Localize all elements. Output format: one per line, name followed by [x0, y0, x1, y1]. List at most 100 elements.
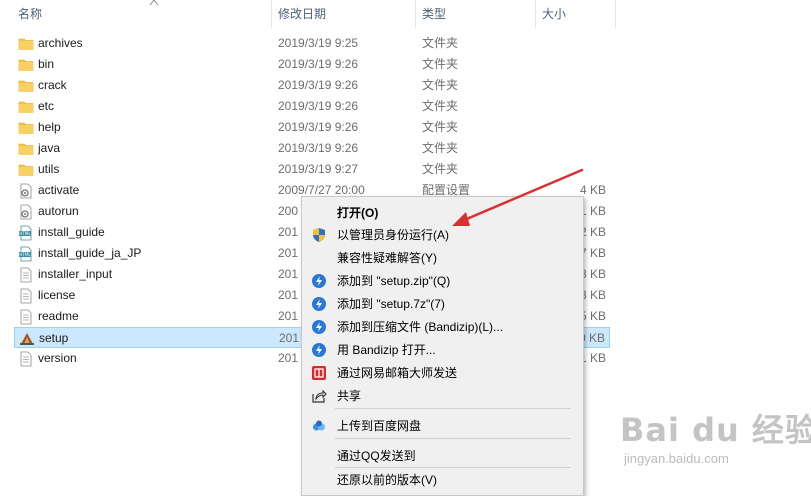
file-date: 201: [278, 351, 299, 365]
file-name: archives: [38, 36, 83, 50]
file-date: 201: [278, 246, 299, 260]
menu-item-label: 添加到压缩文件 (Bandizip)(L)...: [337, 320, 504, 334]
file-date: 2019/3/19 9:26: [278, 78, 359, 92]
column-header-name[interactable]: 名称: [12, 0, 272, 28]
file-date: 2019/3/19 9:25: [278, 36, 359, 50]
column-header-size[interactable]: 大小: [536, 0, 616, 28]
file-row[interactable]: crack 2019/3/19 9:26 文件夹: [14, 75, 610, 96]
column-header-label: 名称: [18, 7, 43, 21]
menu-item-6[interactable]: 添加到压缩文件 (Bandizip)(L)...: [302, 316, 583, 338]
svg-text:HTML: HTML: [19, 252, 31, 257]
menu-item-10[interactable]: 上传到百度网盘: [302, 415, 583, 437]
menu-item-9[interactable]: 共享: [302, 385, 583, 407]
file-date: 2019/3/19 9:26: [278, 120, 359, 134]
menu-item-7[interactable]: 用 Bandizip 打开...: [302, 339, 583, 361]
menu-item-3[interactable]: 兼容性疑难解答(Y): [302, 247, 583, 269]
config-file-icon: [18, 183, 34, 199]
folder-icon: [18, 141, 34, 157]
file-name: install_guide_ja_JP: [38, 246, 142, 260]
file-name: activate: [38, 183, 80, 197]
file-name: version: [38, 351, 77, 365]
html-file-icon: HTML: [18, 246, 34, 262]
file-name: setup: [39, 331, 69, 345]
menu-item-label: 上传到百度网盘: [337, 419, 422, 433]
file-name: installer_input: [38, 267, 113, 281]
column-header-label: 大小: [542, 7, 567, 21]
baidu-watermark: Bai du 经验 jingyan.baidu.com: [620, 405, 811, 477]
folder-icon: [18, 78, 34, 94]
svg-text:HTML: HTML: [19, 231, 31, 236]
menu-item-label: 添加到 "setup.zip"(Q): [337, 274, 451, 288]
file-name: install_guide: [38, 225, 105, 239]
file-name: crack: [38, 78, 67, 92]
menu-item-8[interactable]: 通过网易邮箱大师发送: [302, 362, 583, 384]
file-name: bin: [38, 57, 55, 71]
folder-icon: [18, 36, 34, 52]
column-header-date[interactable]: 修改日期: [272, 0, 416, 28]
text-file-icon: [18, 351, 34, 367]
baidu-netdisk-icon: [311, 418, 327, 434]
menu-separator: [335, 467, 571, 468]
file-date: 2019/3/19 9:27: [278, 162, 359, 176]
file-type: 文件夹: [422, 99, 459, 113]
file-name: help: [38, 120, 61, 134]
uac-shield-icon: [311, 227, 327, 243]
file-date: 201: [278, 288, 299, 302]
menu-item-label: 添加到 "setup.7z"(7): [337, 297, 445, 311]
menu-item-label: 还原以前的版本(V): [337, 473, 437, 487]
menu-item-label: 通过QQ发送到: [337, 449, 416, 463]
file-row[interactable]: help 2019/3/19 9:26 文件夹: [14, 117, 610, 138]
file-date: 2019/3/19 9:26: [278, 141, 359, 155]
file-name: java: [38, 141, 61, 155]
bandizip-icon: [311, 273, 327, 289]
menu-item-label: 用 Bandizip 打开...: [337, 343, 436, 357]
file-date: 200: [278, 204, 299, 218]
menu-item-4[interactable]: 添加到 "setup.zip"(Q): [302, 270, 583, 292]
file-type: 文件夹: [422, 57, 459, 71]
watermark-url: jingyan.baidu.com: [624, 451, 729, 466]
menu-item-12[interactable]: 还原以前的版本(V): [302, 469, 583, 491]
html-file-icon: HTML: [18, 225, 34, 241]
file-name: utils: [38, 162, 60, 176]
bandizip-icon: [311, 296, 327, 312]
menu-item-2[interactable]: 以管理员身份运行(A): [302, 224, 583, 246]
share-icon: [311, 388, 327, 404]
sort-ascending-icon: [149, 0, 159, 6]
folder-icon: [18, 162, 34, 178]
context-menu: 打开(O) 以管理员身份运行(A) 兼容性疑难解答(Y) 添加到 "setup.zip…: [301, 196, 584, 496]
file-date: 201: [278, 309, 299, 323]
menu-item-label: 通过网易邮箱大师发送: [337, 366, 458, 380]
menu-separator: [335, 408, 571, 409]
menu-item-label: 兼容性疑难解答(Y): [337, 251, 437, 265]
watermark-logo-text: Bai du 经验: [620, 411, 811, 449]
file-type: 文件夹: [422, 78, 459, 92]
file-row[interactable]: bin 2019/3/19 9:26 文件夹: [14, 54, 610, 75]
menu-item-label: 共享: [337, 389, 362, 403]
file-date: 201: [278, 267, 299, 281]
folder-icon: [18, 99, 34, 115]
file-date: 2019/3/19 9:26: [278, 57, 359, 71]
file-row[interactable]: utils 2019/3/19 9:27 文件夹: [14, 159, 610, 180]
menu-item-11[interactable]: 通过QQ发送到: [302, 445, 583, 467]
file-name: license: [38, 288, 76, 302]
menu-item-5[interactable]: 添加到 "setup.7z"(7): [302, 293, 583, 315]
file-type: 文件夹: [422, 36, 459, 50]
bandizip-icon: [311, 342, 327, 358]
folder-icon: [18, 57, 34, 73]
column-header-label: 修改日期: [278, 7, 327, 21]
column-header-type[interactable]: 类型: [416, 0, 536, 28]
menu-separator: [335, 438, 571, 439]
menu-item-label: 打开(O): [337, 206, 379, 220]
file-date: 2019/3/19 9:26: [278, 99, 359, 113]
file-type: 文件夹: [422, 120, 459, 134]
file-row[interactable]: archives 2019/3/19 9:25 文件夹: [14, 33, 610, 54]
bandizip-icon: [311, 319, 327, 335]
file-date: 201: [278, 225, 299, 239]
file-row[interactable]: etc 2019/3/19 9:26 文件夹: [14, 96, 610, 117]
file-row[interactable]: java 2019/3/19 9:26 文件夹: [14, 138, 610, 159]
text-file-icon: [18, 267, 34, 283]
menu-item-1[interactable]: 打开(O): [302, 202, 583, 224]
folder-icon: [18, 120, 34, 136]
column-header-bar: 名称 修改日期 类型 大小: [0, 0, 811, 28]
file-type: 文件夹: [422, 141, 459, 155]
